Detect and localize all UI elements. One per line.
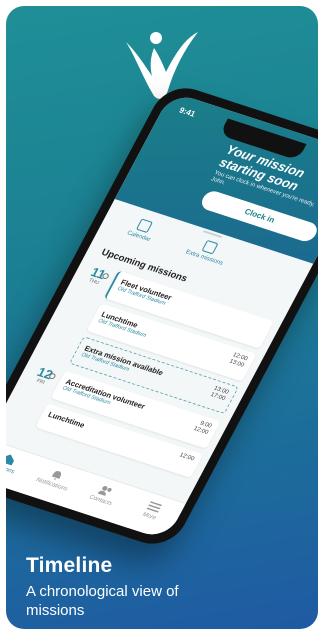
timeline-dot — [48, 372, 57, 380]
timeline-dot — [101, 272, 110, 280]
caption-title: Timeline — [26, 554, 113, 577]
phone-screen: 9:41 Your mission starting soon You can … — [6, 91, 318, 541]
promo-card: 9:41 Your mission starting soon You can … — [6, 6, 318, 629]
quick-action-extra-missions[interactable]: Extra missions — [175, 233, 241, 270]
bell-icon — [51, 471, 62, 480]
tab-more[interactable]: More — [124, 494, 180, 527]
menu-icon — [146, 501, 162, 513]
phone-mockup: 9:41 Your mission starting soon You can … — [6, 80, 318, 552]
status-time: 9:41 — [177, 105, 197, 119]
caption-subtitle: A chronological view of missions — [26, 583, 179, 619]
quick-action-label: Calendar — [125, 230, 152, 244]
tab-contacts[interactable]: Contacts — [76, 478, 132, 511]
calendar-icon — [135, 218, 153, 234]
contacts-icon — [97, 485, 112, 496]
promo-caption: Timeline A chronological view of mission… — [26, 554, 226, 620]
extra-missions-icon — [201, 239, 219, 255]
home-icon — [6, 454, 14, 466]
tab-notifications[interactable]: Notifications — [27, 462, 83, 495]
quick-action-calendar[interactable]: Calendar — [109, 211, 175, 248]
